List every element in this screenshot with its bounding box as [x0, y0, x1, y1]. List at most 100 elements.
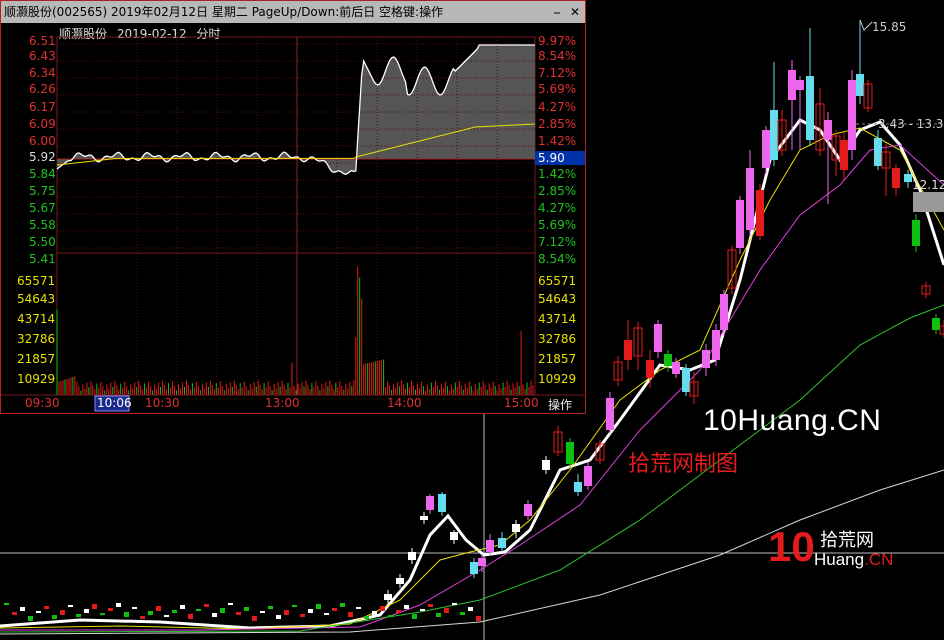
intraday-popup-window[interactable]: 顺灏股份(002565) 2019年02月12日 星期二 PageUp/Down…: [0, 0, 586, 414]
candle-small: [348, 612, 353, 617]
price-label-right: 1.42%: [538, 167, 576, 181]
candle-small: [4, 603, 9, 605]
watermark-site: 10Huang.CN: [703, 404, 882, 437]
price-label-right: 4.27%: [538, 201, 576, 215]
candle-small: [324, 613, 329, 615]
time-label-active: 10:06: [97, 396, 132, 410]
candle-body: [498, 538, 506, 548]
candle-small: [340, 603, 345, 607]
candle-small: [28, 616, 33, 621]
candle-body: [939, 325, 944, 335]
candle-body: [450, 532, 458, 540]
candle-small: [404, 605, 409, 609]
candle-body: [912, 220, 920, 246]
candle-small: [372, 611, 377, 615]
price-area-fill: [57, 45, 535, 175]
price-label-right: 9.97%: [538, 34, 576, 48]
candle-body: [720, 294, 728, 330]
price-label-left: 6.34: [29, 66, 56, 80]
candle-body: [408, 552, 416, 560]
price-label-left: 5.75: [29, 184, 56, 198]
grey-price-marker: [913, 192, 944, 212]
candle-body: [874, 138, 882, 166]
candle-body: [672, 362, 680, 374]
price-label-right: 5.69%: [538, 218, 576, 232]
candle-small: [452, 603, 457, 605]
candle-small: [108, 608, 113, 611]
candle-small: [436, 613, 441, 617]
watermark-logo: 10 拾荒网 Huang.CN: [768, 523, 894, 572]
volume-label-right: 32786: [538, 332, 576, 346]
candle-body: [796, 80, 804, 90]
time-label: 14:00: [387, 396, 422, 410]
price-label-left: 5.84: [29, 167, 56, 181]
candle-small: [276, 615, 281, 619]
candle-small: [124, 612, 129, 617]
candle-small: [268, 606, 273, 609]
candle-body: [606, 398, 614, 430]
candle-body: [384, 594, 392, 600]
candle-small: [476, 616, 481, 621]
trend-line-label: 3.43 - 13.39: [878, 117, 944, 131]
operate-button[interactable]: 操作: [537, 397, 583, 413]
price-label-right: 7.12%: [538, 235, 576, 249]
price-label-left: 5.58: [29, 218, 56, 232]
candle-small: [292, 605, 297, 607]
candle-small: [332, 608, 337, 611]
candle-body: [762, 130, 770, 168]
candle-small: [380, 606, 385, 611]
candle-small: [44, 606, 49, 609]
candle-small: [244, 607, 249, 611]
high-marker: [859, 19, 873, 31]
candle-body: [806, 76, 814, 140]
price-label-right: 7.12%: [538, 66, 576, 80]
price-label-left: 6.09: [29, 117, 56, 131]
time-label: 15:00: [504, 396, 539, 410]
candle-small: [236, 612, 241, 615]
candle-small: [260, 611, 265, 613]
candle-body: [770, 110, 778, 160]
price-label-left: 5.67: [29, 201, 56, 215]
price-label-left: 6.26: [29, 82, 56, 96]
watermark-maker: 拾荒网制图: [628, 451, 739, 476]
candle-body: [664, 354, 672, 366]
candle-small: [76, 614, 81, 617]
volume-label-left: 10929: [17, 372, 55, 386]
candle-small: [356, 607, 361, 609]
candle-body: [584, 466, 592, 486]
candle-body: [438, 494, 446, 512]
candle-small: [212, 613, 217, 617]
price-label-right: 8.54%: [538, 252, 576, 266]
candle-small: [172, 610, 177, 613]
volume-label-right: 65571: [538, 274, 576, 288]
candle-small: [100, 613, 105, 615]
price-label-left: 6.43: [29, 49, 56, 63]
price-label-left: 5.92: [29, 150, 56, 164]
price-tag-label: 12.12: [912, 178, 944, 192]
intraday-chart: 6.516.43 6.34 6.26 6.17 6.09 6.00 5.92 5.84 5.75…: [1, 34, 585, 412]
price-label-left: 6.51: [29, 34, 56, 48]
candle-body: [646, 360, 654, 378]
volume-label-right: 54643: [538, 292, 576, 306]
price-label-left: 5.50: [29, 235, 56, 249]
candle-body: [512, 524, 520, 532]
candle-body: [486, 540, 494, 552]
candle-body: [824, 120, 832, 140]
candle-small: [188, 614, 193, 619]
candle-small: [204, 604, 209, 607]
candle-small: [364, 616, 369, 619]
candle-small: [68, 605, 73, 607]
time-label: 13:00: [265, 396, 300, 410]
candle-body: [702, 350, 710, 368]
candle-small: [420, 609, 425, 611]
logo-number: 10: [768, 523, 815, 570]
candle-body: [892, 168, 900, 188]
logo-english-text: Huang.CN: [814, 550, 894, 569]
candle-body: [524, 504, 532, 516]
candle-small: [140, 616, 145, 619]
volume-label-right: 21857: [538, 352, 576, 366]
candle-body: [396, 578, 404, 584]
candle-small: [60, 610, 65, 615]
candle-body: [478, 558, 486, 566]
candle-body: [470, 562, 478, 574]
